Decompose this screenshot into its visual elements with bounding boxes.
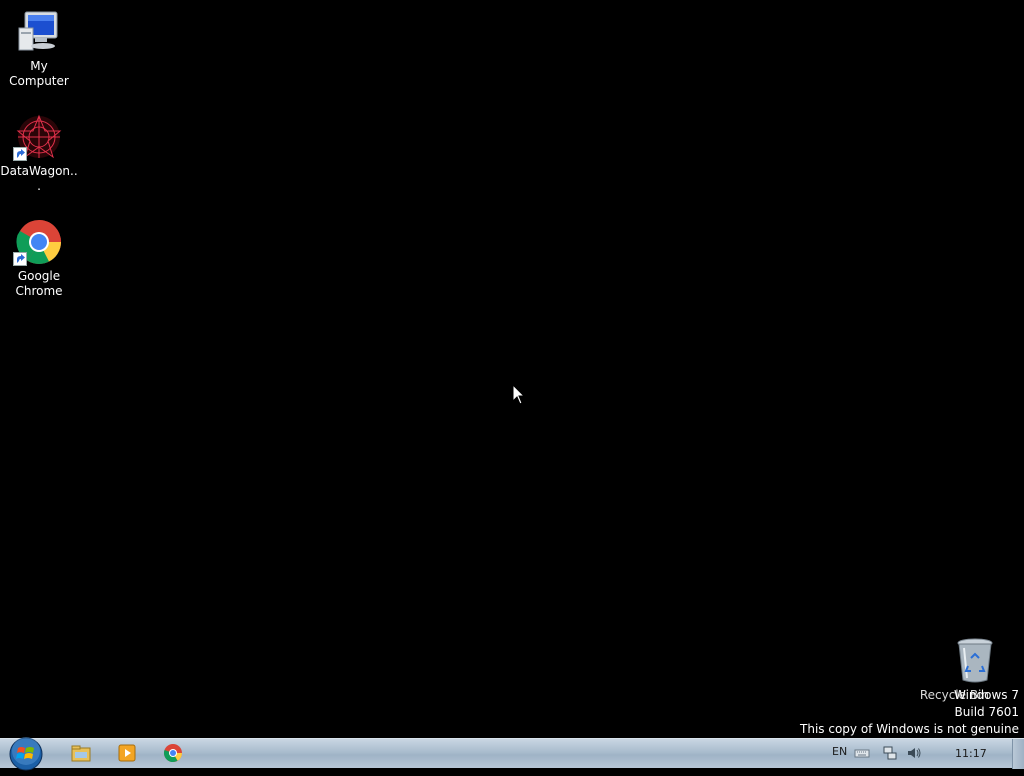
desktop-icon-label: My Computer bbox=[9, 59, 69, 88]
media-player-icon[interactable] bbox=[116, 742, 138, 764]
recycle-bin-label: Recycle Bin bbox=[919, 688, 989, 702]
desktop-icon-my-computer[interactable]: My Computer bbox=[0, 8, 78, 89]
chrome-icon[interactable] bbox=[162, 742, 184, 764]
show-desktop-button[interactable] bbox=[1012, 739, 1024, 769]
desktop-icon-label: DataWagon... bbox=[0, 164, 78, 193]
mouse-cursor-icon bbox=[512, 383, 526, 406]
language-indicator[interactable]: EN bbox=[832, 745, 847, 758]
recycle-bin-icon bbox=[951, 636, 999, 684]
desktop-icon-label: Google Chrome bbox=[15, 269, 63, 298]
keyboard-icon[interactable] bbox=[854, 745, 870, 761]
clock[interactable]: 11:17 bbox=[955, 747, 987, 760]
shortcut-arrow-icon bbox=[13, 252, 27, 266]
desktop-icon-google-chrome[interactable]: Google Chrome bbox=[0, 218, 78, 299]
computer-icon bbox=[15, 8, 63, 56]
desktop-icon-datawagon[interactable]: DataWagon... bbox=[0, 113, 78, 194]
taskbar: EN 11:17 bbox=[0, 737, 1024, 771]
volume-icon[interactable] bbox=[906, 745, 922, 761]
shortcut-arrow-icon bbox=[13, 147, 27, 161]
windows-watermark: Recycle Bin Windows 7 Build 7601 This co… bbox=[800, 687, 1019, 738]
watermark-build: Build 7601 bbox=[954, 705, 1019, 719]
watermark-genuine-notice: This copy of Windows is not genuine bbox=[800, 722, 1019, 736]
datawagon-icon bbox=[13, 113, 63, 161]
start-button[interactable] bbox=[8, 736, 44, 772]
explorer-icon[interactable] bbox=[70, 742, 92, 764]
network-icon[interactable] bbox=[882, 745, 898, 761]
desktop[interactable]: My Computer DataWagon... Google Chrome R… bbox=[0, 0, 1024, 738]
desktop-icon-recycle-bin[interactable] bbox=[936, 636, 1014, 687]
chrome-icon bbox=[13, 218, 63, 266]
